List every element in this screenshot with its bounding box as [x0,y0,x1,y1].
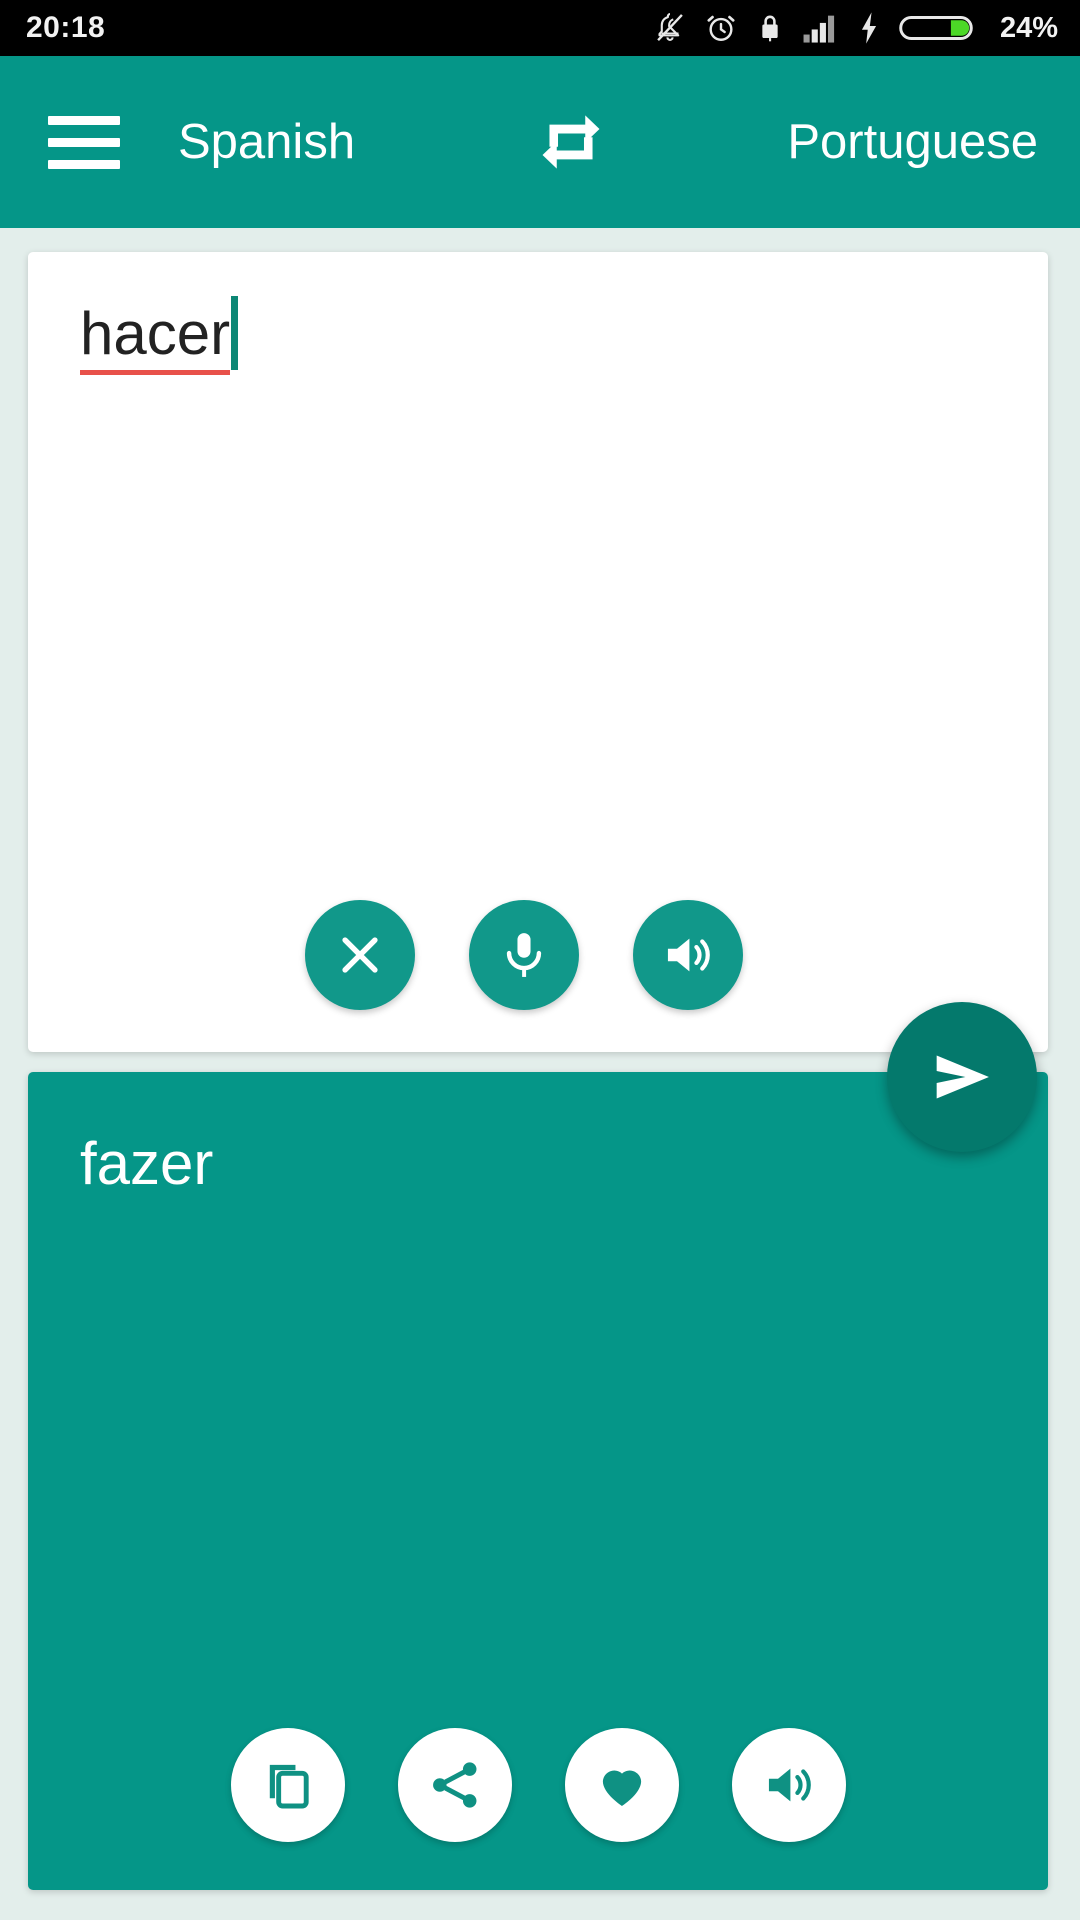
source-text-input[interactable]: hacer [80,296,988,376]
app-bar: Spanish Portuguese [0,56,1080,228]
text-caret [231,296,239,370]
signal-bars-icon [802,12,840,44]
voice-input-button[interactable] [469,900,579,1010]
status-bar: 20:18 24% [0,0,1080,56]
speak-result-button[interactable] [731,1728,846,1842]
source-text-panel[interactable]: hacer [28,252,1048,1052]
translation-result-panel: fazer [28,1072,1048,1890]
target-language-selector[interactable]: Portuguese [787,114,1038,170]
clear-button[interactable] [305,900,415,1010]
status-bar-icons: 24% [653,11,1058,45]
translation-result-text: fazer [80,1130,214,1197]
speak-source-button[interactable] [633,900,743,1010]
battery-percentage: 24% [999,11,1058,44]
result-action-bar [28,1728,1048,1842]
swap-languages-icon[interactable] [528,99,614,185]
send-button[interactable] [887,1002,1037,1152]
translator-app-screen: 20:18 24% Spanish Portuguese hacer fazer [0,0,1080,1920]
copy-button[interactable] [230,1728,345,1842]
source-language-selector[interactable]: Spanish [178,114,355,170]
charging-bolt-icon [857,11,881,45]
alarm-clock-icon [704,11,738,45]
source-text-value: hacer [80,300,231,376]
lock-icon [755,11,785,45]
hamburger-menu-icon[interactable] [38,96,130,188]
battery-icon [898,11,974,45]
status-bar-clock: 20:18 [26,11,106,44]
share-button[interactable] [397,1728,512,1842]
bell-off-icon [653,11,687,45]
source-action-bar [28,900,1048,1010]
favorite-button[interactable] [564,1728,679,1842]
